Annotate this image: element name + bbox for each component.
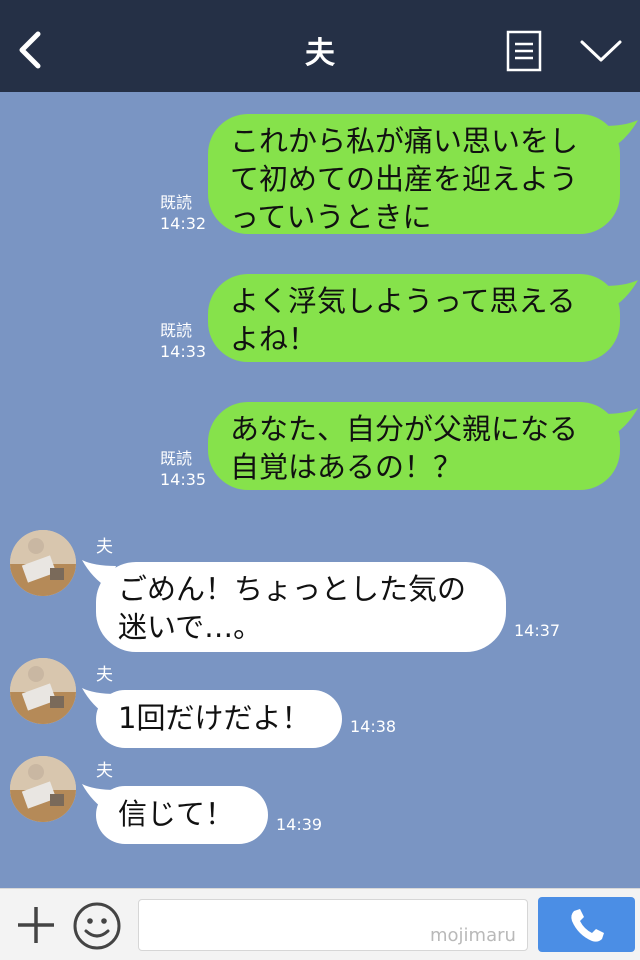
message-input-bar: mojimaru	[0, 888, 640, 960]
message-bubble-incoming[interactable]: 信じて！	[96, 786, 268, 844]
message-time: 14:38	[350, 717, 397, 736]
sender-name: 夫	[96, 665, 113, 685]
bubble-tail	[604, 120, 638, 148]
call-button[interactable]	[538, 897, 635, 952]
message-bubble-incoming[interactable]: ごめん！ちょっとした気の 迷いで…。	[96, 562, 506, 652]
chevron-down-icon	[580, 40, 622, 62]
read-receipt: 既読	[160, 449, 193, 468]
chat-header: 夫	[0, 0, 640, 92]
avatar-photo-icon	[10, 658, 76, 724]
avatar-photo-icon	[10, 756, 76, 822]
message-line: 迷いで…。	[118, 610, 263, 644]
message-meta: 既読 14:35	[160, 448, 206, 490]
message-bubble-outgoing[interactable]: よく浮気しようって思える よね！	[208, 274, 620, 362]
message-line: 1回だけだよ！	[118, 701, 311, 735]
chat-area[interactable]: 既読 14:32 これから私が痛い思いをし て初めての出産を迎えよう っていうと…	[0, 92, 640, 888]
message-line: あなた、自分が父親になる	[230, 412, 579, 446]
chat-title: 夫	[305, 36, 335, 71]
emoji-button[interactable]	[72, 901, 122, 951]
avatar[interactable]	[10, 756, 76, 822]
avatar[interactable]	[10, 530, 76, 596]
add-attachment-button[interactable]	[14, 903, 58, 947]
plus-icon	[18, 907, 54, 943]
message-line: 信じて！	[118, 797, 235, 831]
message-line: て初めての出産を迎えよう	[230, 162, 579, 196]
sender-name: 夫	[96, 761, 113, 781]
message-time: 14:32	[160, 214, 207, 233]
message-time: 14:35	[160, 470, 207, 489]
avatar[interactable]	[10, 658, 76, 724]
menu-button[interactable]	[506, 30, 542, 72]
back-button[interactable]	[12, 28, 48, 72]
avatar-photo-icon	[10, 530, 76, 596]
message-time: 14:37	[514, 621, 561, 640]
message-meta: 既読 14:33	[160, 320, 206, 362]
message-time: 14:39	[276, 815, 323, 834]
read-receipt: 既読	[160, 193, 193, 212]
message-time: 14:33	[160, 342, 207, 361]
message-bubble-outgoing[interactable]: あなた、自分が父親になる 自覚はあるの！？	[208, 402, 620, 490]
smiley-icon	[73, 902, 121, 950]
message-bubble-incoming[interactable]: 1回だけだよ！	[96, 690, 342, 748]
bubble-tail	[604, 408, 638, 436]
bubble-tail	[604, 280, 638, 308]
message-line: っていうときに	[230, 200, 432, 234]
message-line: これから私が痛い思いをし	[230, 124, 579, 158]
message-bubble-outgoing[interactable]: これから私が痛い思いをし て初めての出産を迎えよう っていうときに	[208, 114, 620, 234]
message-line: よね！	[230, 322, 318, 356]
phone-icon	[571, 909, 604, 942]
sender-name: 夫	[96, 537, 113, 557]
message-line: ごめん！ちょっとした気の	[118, 572, 467, 606]
expand-button[interactable]	[578, 36, 624, 66]
message-line: 自覚はあるの！？	[230, 450, 463, 484]
menu-list-icon	[506, 30, 542, 72]
back-chevron-icon	[19, 31, 41, 69]
message-meta: 既読 14:32	[160, 192, 206, 234]
read-receipt: 既読	[160, 321, 193, 340]
watermark: mojimaru	[430, 925, 516, 946]
message-line: よく浮気しようって思える	[230, 284, 576, 318]
